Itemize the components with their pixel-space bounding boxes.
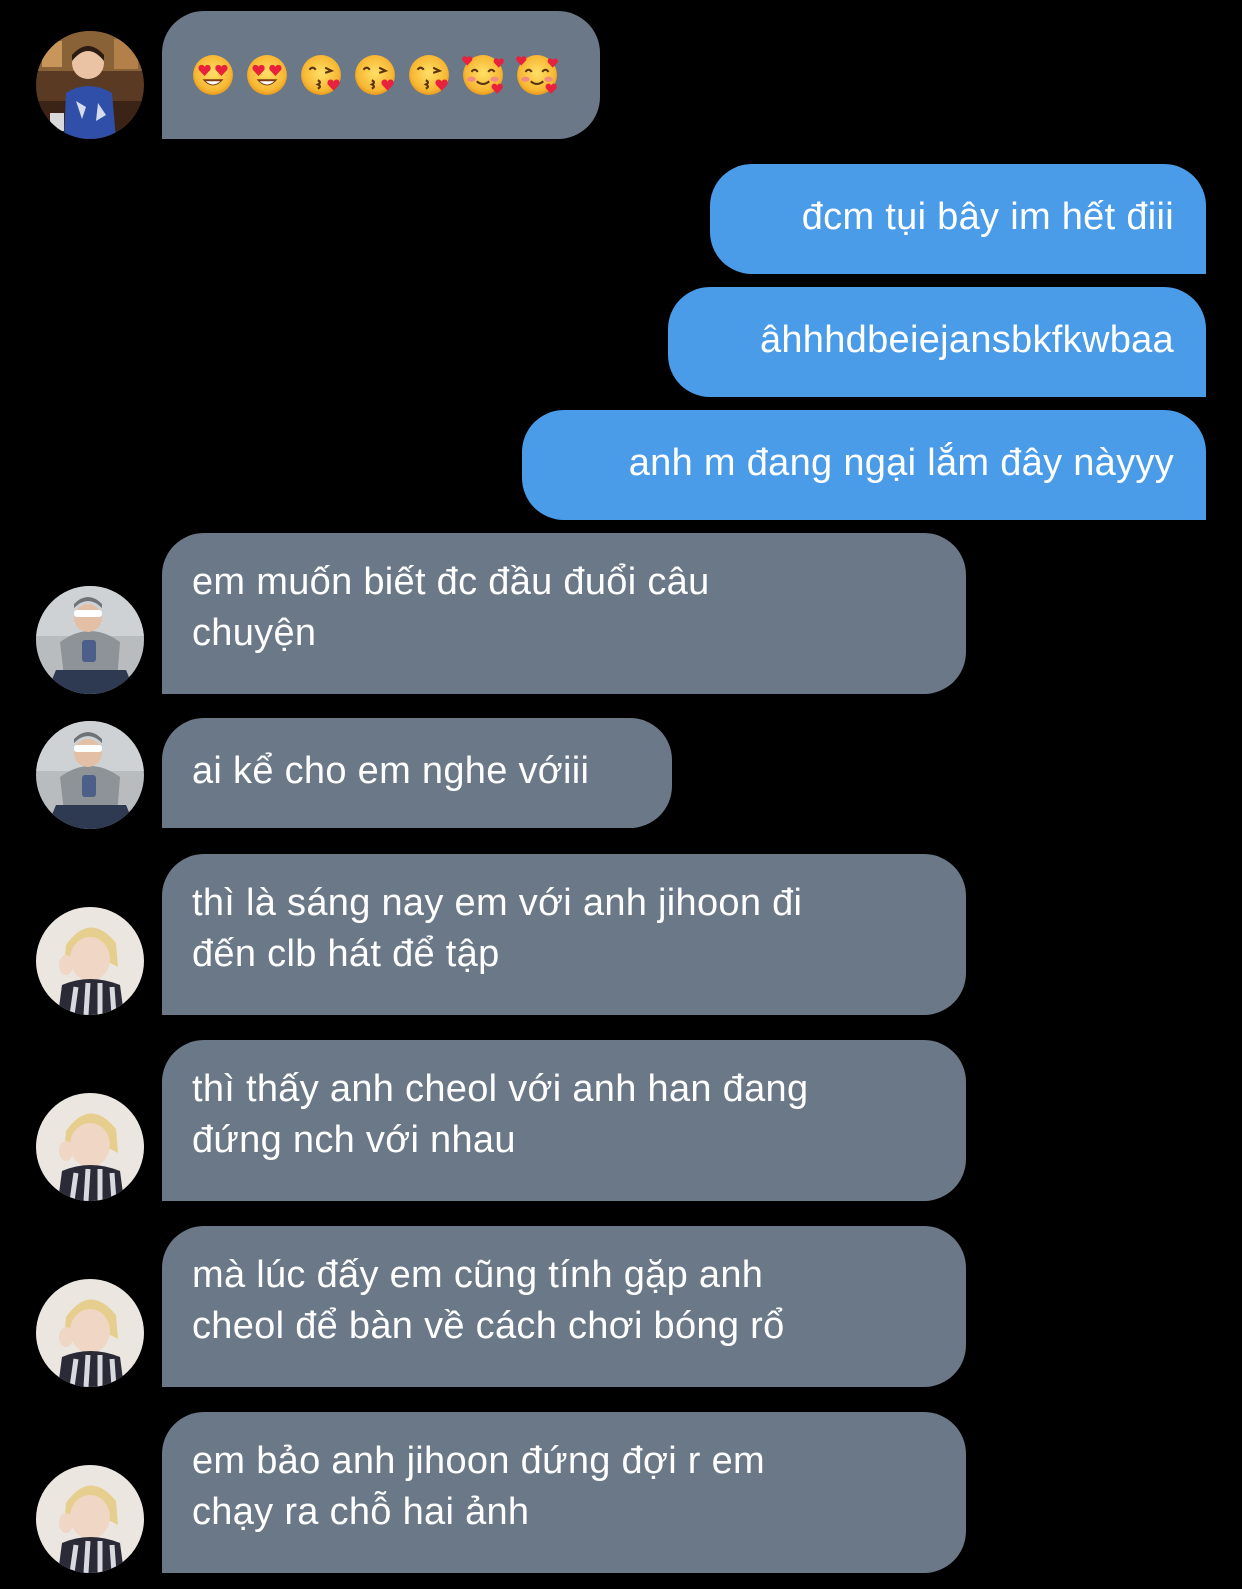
avatar-user3[interactable]: [36, 1465, 144, 1573]
message-text-line: thì là sáng nay em với anh jihoon đi: [192, 882, 803, 924]
message-bubble-outgoing[interactable]: đcm tụi bây im hết điii: [710, 164, 1206, 274]
smiling-hearts-emoji-icon: [462, 55, 504, 95]
message-bubble-incoming[interactable]: ai kể cho em nghe vớiii: [162, 718, 672, 828]
message-bubble-emoji[interactable]: [162, 11, 600, 139]
message-text-line: em muốn biết đc đầu đuổi câu: [192, 561, 710, 603]
message-text-line: chạy ra chỗ hai ảnh: [192, 1491, 530, 1533]
kissing-heart-emoji-icon: [301, 55, 341, 95]
message-bubble-incoming[interactable]: mà lúc đấy em cũng tính gặp anh cheol để…: [162, 1226, 966, 1387]
kissing-heart-emoji-icon: [409, 55, 449, 95]
heart-eyes-emoji-icon: [193, 55, 233, 95]
message-bubble-outgoing[interactable]: âhhhdbeiejansbkfkwbaa: [668, 287, 1206, 397]
message-bubble-incoming[interactable]: em bảo anh jihoon đứng đợi r em chạy ra …: [162, 1412, 966, 1573]
emoji-row: [192, 35, 570, 115]
message-text: anh m đang ngại lắm đây nàyyy: [628, 442, 1174, 484]
message-text-line: đến clb hát để tập: [192, 933, 500, 975]
avatar-user2[interactable]: [36, 721, 144, 829]
avatar-user3[interactable]: [36, 1279, 144, 1387]
avatar-user3[interactable]: [36, 1093, 144, 1201]
message-text: âhhhdbeiejansbkfkwbaa: [759, 319, 1174, 361]
message-bubble-outgoing[interactable]: anh m đang ngại lắm đây nàyyy: [522, 410, 1206, 520]
message-bubble-incoming[interactable]: em muốn biết đc đầu đuổi câu chuyện: [162, 533, 966, 694]
message-text: ai kể cho em nghe vớiii: [192, 750, 590, 792]
message-text: đcm tụi bây im hết điii: [801, 196, 1174, 238]
avatar-user1[interactable]: [36, 31, 144, 139]
message-text-line: cheol để bàn về cách chơi bóng rổ: [192, 1305, 785, 1347]
message-text-line: chuyện: [192, 612, 317, 654]
avatar-user3[interactable]: [36, 907, 144, 1015]
message-bubble-incoming[interactable]: thì là sáng nay em với anh jihoon đi đến…: [162, 854, 966, 1015]
avatar-user2[interactable]: [36, 586, 144, 694]
message-text-line: đứng nch với nhau: [192, 1119, 516, 1161]
heart-eyes-emoji-icon: [247, 55, 287, 95]
message-text-line: thì thấy anh cheol với anh han đang: [192, 1068, 809, 1110]
smiling-hearts-emoji-icon: [516, 55, 558, 95]
message-text-line: mà lúc đấy em cũng tính gặp anh: [192, 1254, 764, 1296]
kissing-heart-emoji-icon: [355, 55, 395, 95]
message-text-line: em bảo anh jihoon đứng đợi r em: [192, 1440, 765, 1482]
message-bubble-incoming[interactable]: thì thấy anh cheol với anh han đang đứng…: [162, 1040, 966, 1201]
